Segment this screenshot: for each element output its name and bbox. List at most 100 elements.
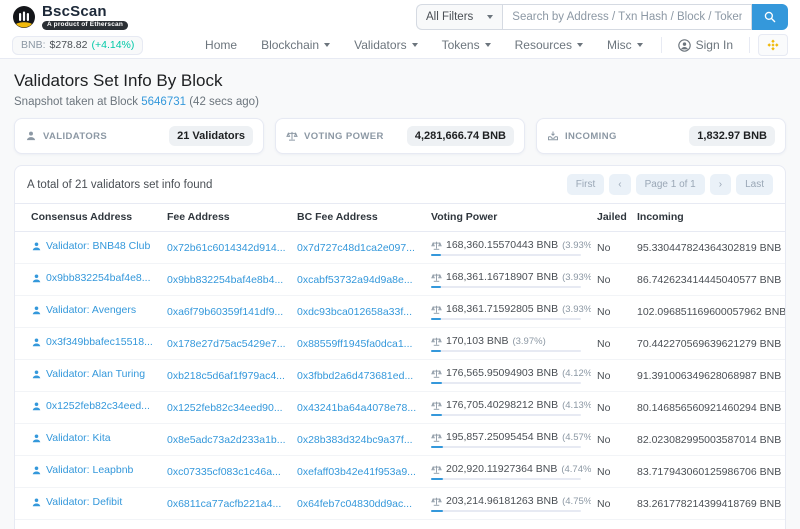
bc-fee-address-link[interactable]: 0x3fbbd2a6d473681ed... — [297, 370, 413, 382]
pagination-first-button[interactable]: First — [566, 174, 605, 195]
voting-power-bar — [431, 350, 581, 352]
jailed-value: No — [597, 369, 611, 382]
bc-fee-address-link[interactable]: 0x43241ba64a4078e78... — [297, 402, 416, 414]
nav-item-label: Misc — [606, 38, 632, 52]
nav-item-validators[interactable]: Validators — [344, 34, 427, 56]
incoming-value: 83.717943060125986706 BNB — [637, 465, 782, 478]
user-icon — [32, 498, 41, 507]
bscscan-logo[interactable]: BscScan A product of Etherscan — [12, 4, 129, 31]
table-row: Validator: Defibit 0x6811ca77acfb221a4..… — [15, 487, 785, 520]
consensus-address-link[interactable]: 0x3f349bbafec15518... — [31, 336, 153, 348]
jailed-value: No — [597, 465, 611, 478]
fee-address-link[interactable]: 0x72b61c6014342d914... — [167, 242, 286, 254]
voting-power-bar — [431, 414, 581, 416]
fee-address-link[interactable]: 0x9bb832254baf4e8b4... — [167, 274, 283, 286]
user-icon — [32, 466, 41, 475]
validators-table-card: A total of 21 validators set info found … — [14, 165, 786, 529]
bc-fee-address-link[interactable]: 0xefaff03b42e41f953a9... — [297, 466, 416, 478]
user-icon — [32, 338, 41, 347]
fee-address-link[interactable]: 0x8e5adc73a2d233a1b... — [167, 434, 286, 446]
table-row: Validator: Alan Turing 0xb218c5d6af1f979… — [15, 359, 785, 392]
pagination-last-button[interactable]: Last — [736, 174, 773, 195]
scales-icon — [431, 241, 442, 250]
consensus-address-link[interactable]: 0x1252feb82c34eed... — [31, 400, 150, 412]
pagination: First ‹ Page 1 of 1 › Last — [566, 174, 773, 195]
voting-power-bar — [431, 478, 581, 480]
voting-power-percent: (3.97%) — [512, 335, 546, 347]
voting-power-bar-fill — [431, 510, 444, 512]
fee-address-link[interactable]: 0x6811ca77acfb221a4... — [167, 498, 281, 510]
nav-item-blockchain[interactable]: Blockchain — [251, 34, 340, 56]
voting-power-percent: (4.74%) — [561, 463, 591, 475]
voting-power-bar-fill — [431, 478, 444, 480]
bnb-price-label: BNB: — [21, 39, 46, 51]
nav-item-resources[interactable]: Resources — [505, 34, 593, 56]
col-voting-power: Voting Power — [425, 203, 591, 232]
stat-label: INCOMING — [565, 130, 617, 142]
scales-icon — [431, 433, 442, 442]
col-consensus-address: Consensus Address — [15, 203, 161, 232]
voting-power-percent: (4.12%) — [562, 367, 591, 379]
bc-fee-address-link[interactable]: 0xdc93bca012658a33f... — [297, 306, 412, 318]
nav-items: Home Blockchain Validators Tokens Resources M… — [195, 34, 788, 56]
incoming-stat-card: INCOMING 1,832.97 BNB — [536, 118, 786, 154]
voting-power-percent: (4.75%) — [562, 495, 591, 507]
voting-power-value: 195,857.25095454 BNB — [446, 431, 559, 443]
nav-item-home[interactable]: Home — [195, 34, 247, 56]
binance-network-button[interactable] — [758, 34, 788, 56]
consensus-address-link[interactable]: Validator: Leapbnb — [31, 464, 133, 476]
voting-power-bar-fill — [431, 446, 443, 448]
bnb-price-change: (+4.14%) — [91, 39, 135, 51]
pagination-prev-button[interactable]: ‹ — [609, 174, 631, 195]
bc-fee-address-link[interactable]: 0x7d727c48d1ca2e097... — [297, 242, 415, 254]
pagination-next-button[interactable]: › — [709, 174, 732, 195]
nav-item-tokens[interactable]: Tokens — [432, 34, 501, 56]
sign-in-label: Sign In — [695, 38, 733, 52]
search-input[interactable] — [502, 4, 752, 30]
consensus-link: Validator: Defibit — [46, 496, 123, 509]
chevron-down-icon — [487, 15, 494, 19]
incoming-icon — [547, 130, 559, 142]
bc-fee-address-link[interactable]: 0xcabf53732a94d9a8e... — [297, 274, 413, 286]
block-link[interactable]: 5646731 — [141, 96, 186, 108]
voting-power-bar — [431, 254, 581, 256]
search-button[interactable] — [752, 4, 788, 30]
bnb-price[interactable]: BNB: $278.82 (+4.14%) — [12, 35, 144, 55]
col-fee-address: Fee Address — [161, 203, 291, 232]
jailed-value: No — [597, 497, 611, 510]
consensus-address-link[interactable]: 0x9bb832254baf4e8... — [31, 272, 151, 284]
jailed-value: No — [597, 433, 611, 446]
scales-icon — [286, 130, 298, 142]
fee-address-link[interactable]: 0x178e27d75ac5429e7... — [167, 338, 286, 350]
search-filter-select[interactable]: All Filters — [416, 4, 503, 30]
fee-address-link[interactable]: 0xb218c5d6af1f979ac4... — [167, 370, 285, 382]
chevron-down-icon — [576, 43, 583, 47]
fee-address-link[interactable]: 0xa6f79b60359f141df9... — [167, 306, 283, 318]
consensus-address-link[interactable]: Validator: BNB48 Club — [31, 240, 150, 252]
consensus-link: Validator: Leapbnb — [46, 464, 134, 477]
voting-power-bar — [431, 318, 581, 320]
fee-address-link[interactable]: 0x1252feb82c34eed90... — [167, 402, 283, 414]
bc-fee-address-link[interactable]: 0x64feb7c04830dd9ac... — [297, 498, 412, 510]
nav-item-misc[interactable]: Misc — [597, 34, 653, 56]
nav-item-label: Validators — [354, 38, 407, 52]
consensus-address-link[interactable]: Validator: Avengers — [31, 304, 136, 316]
jailed-value: No — [597, 305, 611, 318]
validators-stat-card: VALIDATORS 21 Validators — [14, 118, 264, 154]
voting-power-percent: (4.57%) — [562, 431, 591, 443]
binance-icon — [767, 39, 779, 51]
consensus-address-link[interactable]: Validator: Kita — [31, 432, 111, 444]
sign-in-button[interactable]: Sign In — [670, 34, 741, 56]
consensus-address-link[interactable]: Validator: Defibit — [31, 496, 122, 508]
bc-fee-address-link[interactable]: 0x28b383d324bc9a37f... — [297, 434, 413, 446]
consensus-address-link[interactable]: Validator: Alan Turing — [31, 368, 145, 380]
incoming-value: 95.330447824364302819 BNB — [637, 241, 782, 254]
table-summary: A total of 21 validators set info found — [27, 178, 213, 191]
validators-count-badge: 21 Validators — [169, 126, 253, 146]
voting-power-bar-fill — [431, 414, 442, 416]
scales-icon — [431, 497, 442, 506]
bc-fee-address-link[interactable]: 0x88559ff1945fa0dca1... — [297, 338, 412, 350]
fee-address-link[interactable]: 0xc07335cf083c1c46a... — [167, 466, 281, 478]
voting-power-percent: (3.93%) — [562, 271, 591, 283]
voting-power-value: 168,361.16718907 BNB — [446, 271, 559, 283]
